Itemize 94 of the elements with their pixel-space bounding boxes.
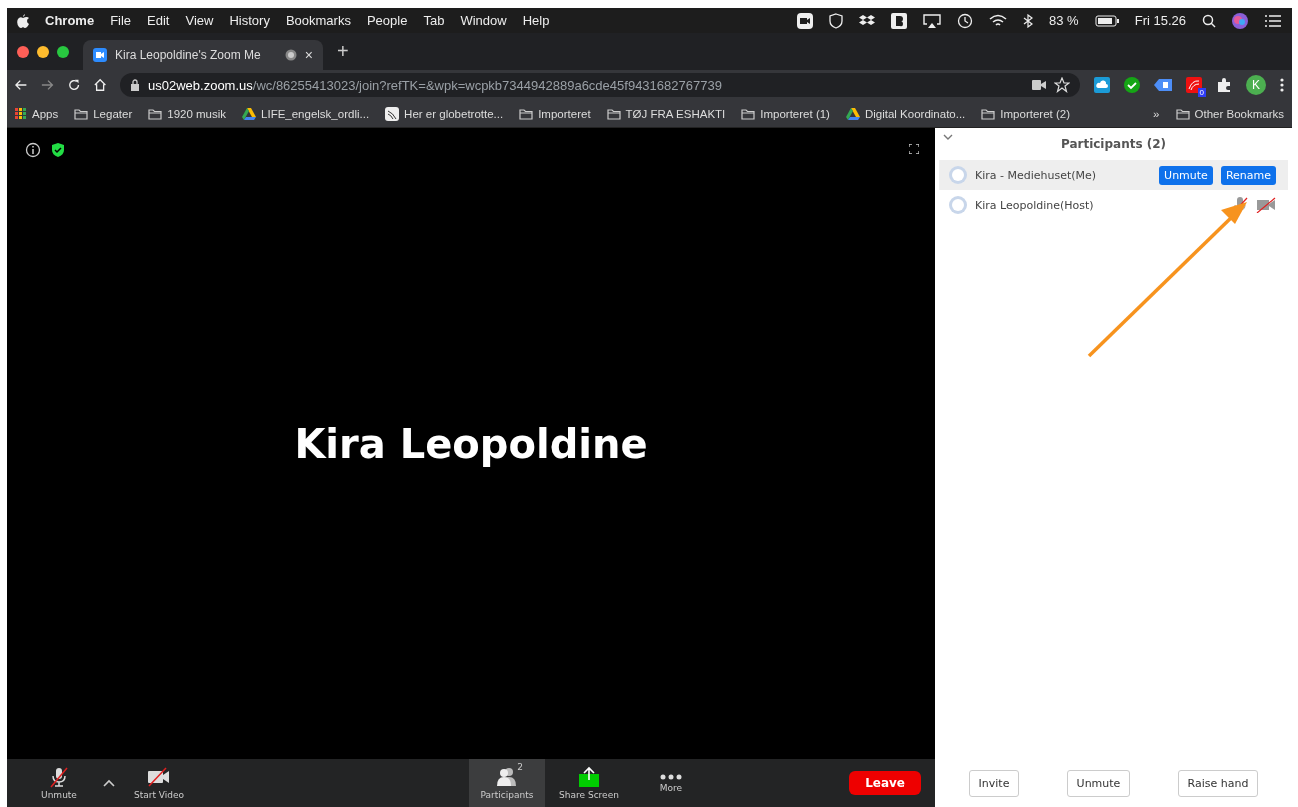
home-icon[interactable] (93, 78, 106, 92)
bookmark[interactable]: Digital Koordinato... (845, 107, 966, 120)
menu-item[interactable]: History (229, 13, 270, 28)
bookmark[interactable]: Importeret (1) (741, 107, 830, 120)
reload-icon[interactable] (67, 78, 80, 92)
caret-up-icon[interactable] (103, 779, 115, 787)
camera-icon[interactable] (1032, 80, 1046, 90)
toolbar-button[interactable]: Participants 2 (469, 759, 545, 807)
bookmarks-overflow-button[interactable]: » (1153, 107, 1160, 120)
tag-icon[interactable] (1154, 78, 1172, 92)
folder-icon (148, 107, 163, 120)
panel-footer-button[interactable]: Raise hand (1177, 769, 1259, 797)
menubar-clock[interactable]: Fri 15.26 (1134, 13, 1186, 28)
folder-icon (606, 107, 621, 120)
battery-icon[interactable] (1094, 14, 1119, 27)
clock-history-icon[interactable] (957, 12, 974, 29)
avatar-icon (949, 196, 967, 214)
orb-icon[interactable] (1232, 12, 1248, 29)
folder-icon (741, 107, 756, 120)
close-window-button[interactable] (17, 45, 29, 58)
camera-status-icon[interactable] (797, 12, 814, 29)
box-stack-icon[interactable] (859, 13, 876, 28)
back-arrow-icon[interactable] (15, 79, 28, 91)
triangle-logo-icon (845, 107, 860, 120)
bookmark[interactable]: 1920 musik (148, 107, 227, 120)
menu-item[interactable]: Bookmarks (285, 13, 351, 28)
share-arrow-icon (577, 766, 601, 788)
muted-mic-icon (48, 766, 70, 788)
speaker-name: Kira Leopoldine (294, 420, 648, 467)
triangle-logo-icon (242, 107, 257, 120)
site-logo-icon (385, 106, 400, 121)
panel-footer-button[interactable]: Invite (968, 769, 1020, 797)
shield-check-icon[interactable] (51, 142, 65, 158)
folder-icon (74, 107, 89, 120)
forward-arrow-icon[interactable] (41, 79, 54, 91)
bookmark[interactable]: Her er globetrotte... (385, 106, 504, 121)
other-bookmarks[interactable]: Other Bookmarks (1175, 107, 1284, 120)
bookmark[interactable]: Importeret (519, 107, 591, 120)
participant-action-button[interactable]: Rename (1220, 165, 1276, 185)
star-icon[interactable] (1054, 77, 1070, 93)
menu-item[interactable]: Window (460, 13, 507, 28)
letter-b-icon[interactable] (891, 12, 908, 29)
browser-tab[interactable]: Kira Leopoldine's Zoom Me × (83, 40, 323, 70)
menu-item[interactable]: Edit (147, 13, 170, 28)
menu-item[interactable]: View (185, 13, 214, 28)
cloud-icon[interactable] (1094, 77, 1110, 93)
battery-percentage: 83 % (1049, 13, 1079, 28)
fullscreen-icon[interactable] (909, 144, 919, 154)
check-circle-icon[interactable] (1124, 77, 1140, 93)
apple-logo-icon[interactable] (17, 13, 29, 28)
app-menu[interactable]: Chrome (45, 13, 95, 28)
camera-logo-icon (93, 48, 107, 62)
toolbar-button[interactable]: Share Screen (551, 759, 627, 807)
avatar-icon (949, 166, 967, 184)
minimize-window-button[interactable] (37, 45, 49, 58)
bookmark[interactable]: Legater (74, 107, 133, 120)
shield-icon[interactable] (829, 12, 844, 29)
toolbar-button[interactable]: Start Video (121, 759, 197, 807)
info-icon[interactable] (25, 142, 41, 158)
search-icon[interactable] (1202, 13, 1216, 28)
bookmark[interactable]: TØJ FRA ESHAKTI (606, 107, 726, 120)
airplay-icon[interactable] (923, 13, 942, 28)
address-field[interactable]: us02web.zoom.us/wc/86255413023/join?refTK=&wpk=wcpkb7344942889a6cde45f9431682767739 (120, 73, 1080, 97)
list-icon[interactable] (1264, 14, 1282, 27)
chevron-down-icon[interactable] (943, 134, 953, 140)
wifi-icon[interactable] (989, 13, 1008, 28)
folder-icon (519, 107, 534, 120)
video-off-icon (146, 766, 172, 788)
panel-footer-button[interactable]: Unmute (1066, 769, 1131, 797)
puzzle-piece-icon[interactable] (1216, 77, 1232, 93)
menu-item[interactable]: Tab (423, 13, 445, 28)
participant-action-button[interactable]: Unmute (1159, 165, 1213, 185)
leave-button[interactable]: Leave (849, 771, 921, 795)
toolbar-button[interactable]: More (633, 759, 709, 807)
bluetooth-icon[interactable] (1023, 13, 1034, 28)
folder-icon (1175, 107, 1190, 120)
bookmark[interactable]: LIFE_engelsk_ordli... (242, 107, 370, 120)
bookmark[interactable]: Importeret (2) (981, 107, 1070, 120)
bookmark[interactable]: Apps (15, 107, 59, 120)
participant-row[interactable]: Kira - Mediehuset(Me) Unmute Rename (939, 160, 1288, 190)
lock-icon (130, 79, 140, 91)
close-tab-button[interactable]: × (304, 47, 313, 63)
folder-icon (981, 107, 996, 120)
menu-item[interactable]: People (366, 13, 408, 28)
new-tab-button[interactable]: + (337, 40, 349, 63)
menu-item[interactable]: Help (522, 13, 550, 28)
recording-dot-icon (284, 49, 297, 61)
panel-title: Participants (2) (1060, 137, 1167, 151)
maximize-window-button[interactable] (57, 45, 69, 58)
kebab-menu-icon[interactable] (1280, 78, 1284, 92)
menu-item[interactable]: File (110, 13, 132, 28)
apps-grid-icon (15, 107, 27, 120)
toolbar-button[interactable]: Unmute (21, 759, 97, 807)
more-dots-icon (659, 773, 683, 781)
